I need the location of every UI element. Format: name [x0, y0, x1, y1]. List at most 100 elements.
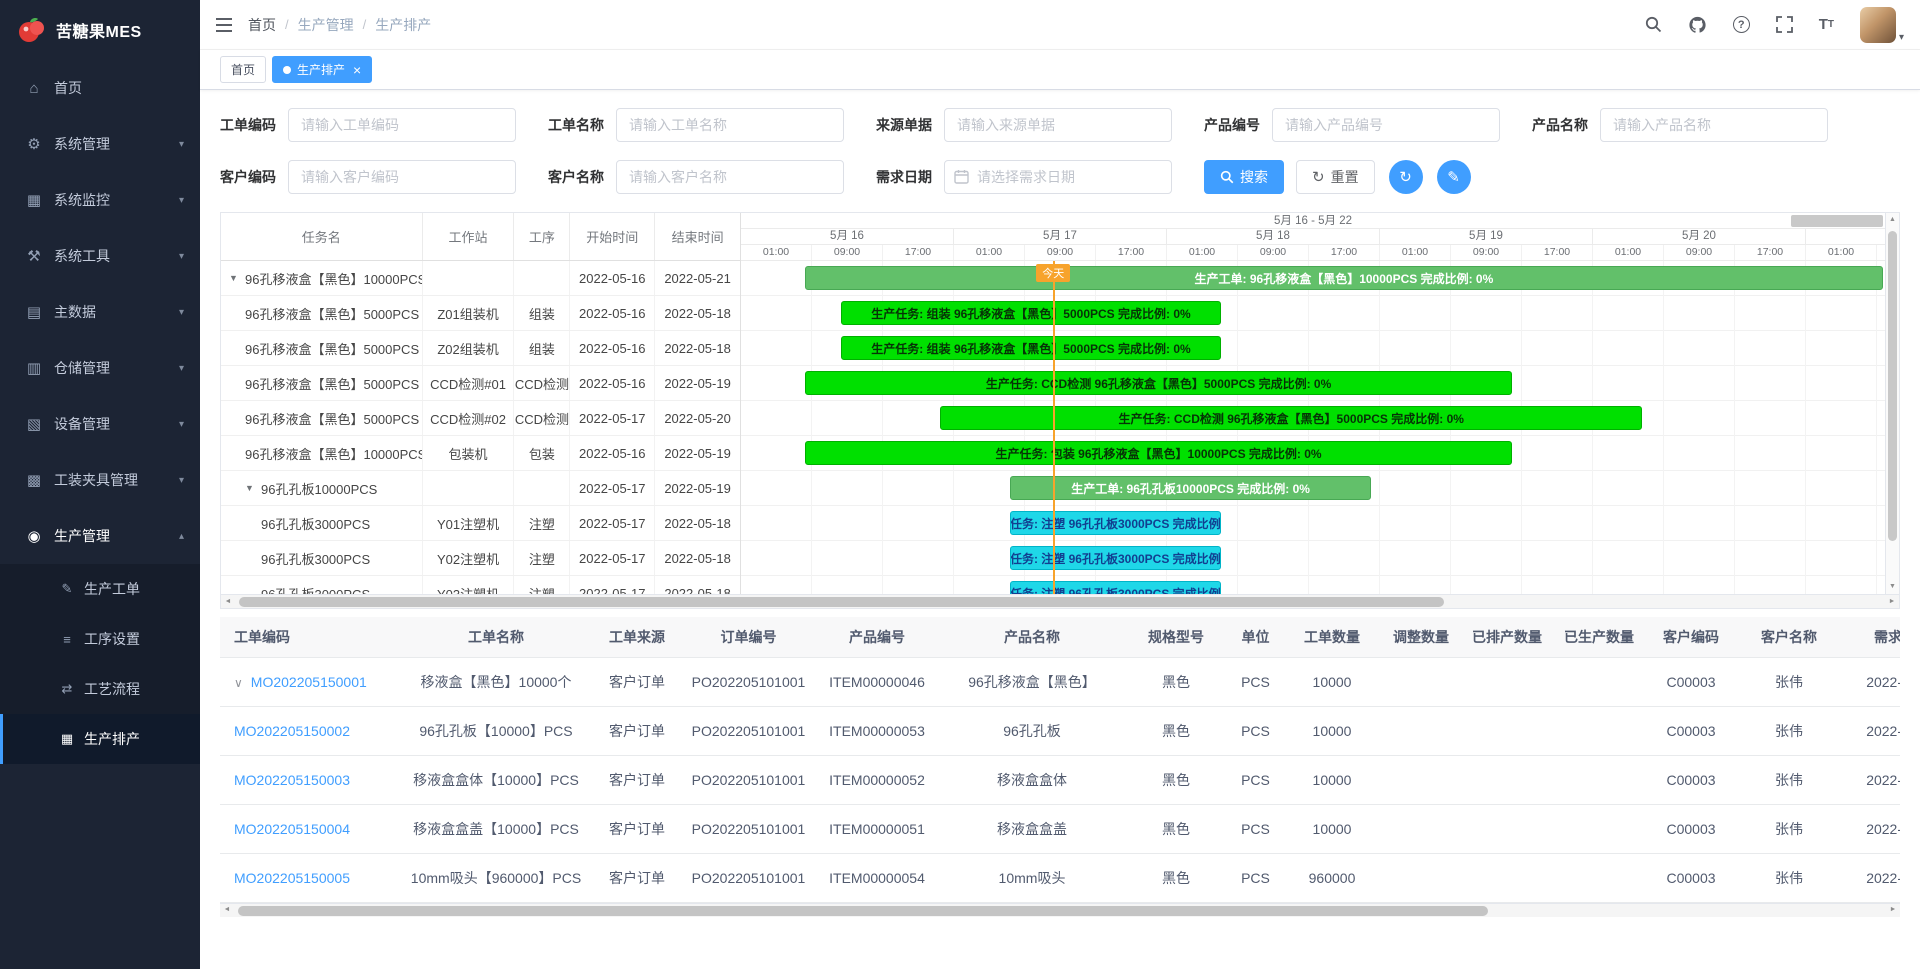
- sidebar-toggle-icon[interactable]: [200, 17, 248, 33]
- order-cell: [1464, 853, 1550, 902]
- sidebar-item-system-monitor[interactable]: ▦系统监控▾: [0, 172, 200, 228]
- search-icon[interactable]: [1645, 16, 1662, 33]
- gantt-bar-task[interactable]: 生产任务: 组装 96孔移液盒【黑色】5000PCS 完成比例: 0%: [841, 336, 1222, 360]
- gantt-bar-project[interactable]: 生产工单: 96孔移液盒【黑色】10000PCS 完成比例: 0%: [805, 266, 1883, 290]
- gantt-bar-task[interactable]: 生产任务: 组装 96孔移液盒【黑色】5000PCS 完成比例: 0%: [841, 301, 1222, 325]
- sidebar-item-fixture-mgmt[interactable]: ▩工装夹具管理▾: [0, 452, 200, 508]
- tree-collapse-icon[interactable]: ▼: [229, 273, 245, 283]
- breadcrumb-item-schedule[interactable]: 生产排产: [375, 15, 431, 35]
- gantt-horizontal-scrollbar[interactable]: ◄ ►: [221, 594, 1899, 608]
- order-row[interactable]: ∨MO202205150001移液盒【黑色】10000个客户订单PO202205…: [220, 657, 1900, 706]
- demand-date-input[interactable]: [944, 160, 1172, 194]
- gantt-bar-project[interactable]: 生产工单: 96孔孔板10000PCS 完成比例: 0%: [1010, 476, 1372, 500]
- avatar[interactable]: [1860, 7, 1896, 43]
- order-row[interactable]: MO20220515000296孔孔板【10000】PCS客户订单PO20220…: [220, 706, 1900, 755]
- gantt-task-row[interactable]: 96孔孔板3000PCSY01注塑机注塑2022-05-172022-05-18: [221, 506, 740, 541]
- gantt-bar-machine[interactable]: 生产任务: 注塑 96孔孔板3000PCS 完成比例: 0%: [1010, 546, 1222, 570]
- search-button[interactable]: 搜索: [1204, 160, 1284, 194]
- product-name-input[interactable]: [1600, 108, 1828, 142]
- filter-field-source-doc: 来源单据: [876, 108, 1172, 142]
- task-name-cell: 96孔孔板3000PCS: [221, 506, 423, 540]
- gantt-bar-task[interactable]: 生产任务: 包装 96孔移液盒【黑色】10000PCS 完成比例: 0%: [805, 441, 1512, 465]
- tab-home[interactable]: 首页: [220, 56, 266, 83]
- scrollbar-thumb[interactable]: [239, 597, 1444, 607]
- source-doc-input[interactable]: [944, 108, 1172, 142]
- sidebar-item-home[interactable]: ⌂首页: [0, 60, 200, 116]
- sidebar-item-warehouse-mgmt[interactable]: ▥仓储管理▾: [0, 340, 200, 396]
- order-code-link[interactable]: MO202205150003: [234, 772, 350, 788]
- order-cell: [1378, 657, 1464, 706]
- app-title: 苦糖果MES: [56, 18, 142, 42]
- gantt-bar-machine[interactable]: 生产任务: 注塑 96孔孔板3000PCS 完成比例: 0%: [1010, 511, 1222, 535]
- gantt-task-row[interactable]: 96孔移液盒【黑色】5000PCSCCD检测#02CCD检测2022-05-17…: [221, 401, 740, 436]
- order-code-link[interactable]: MO202205150005: [234, 870, 350, 886]
- fullscreen-icon[interactable]: [1776, 16, 1793, 33]
- sidebar-item-production-workorder[interactable]: ✎生产工单: [0, 564, 200, 614]
- gantt-bar-machine[interactable]: 生产任务: 注塑 96孔孔板3000PCS 完成比例: 0%: [1010, 581, 1222, 594]
- timeline-hour-cell: 09:00: [1238, 245, 1309, 260]
- scroll-right-icon[interactable]: ►: [1886, 903, 1900, 917]
- sidebar-item-master-data[interactable]: ▤主数据▾: [0, 284, 200, 340]
- gantt-task-row[interactable]: 96孔移液盒【黑色】5000PCSCCD检测#01CCD检测2022-05-16…: [221, 366, 740, 401]
- table-column-header: 产品名称: [937, 617, 1127, 657]
- order-row[interactable]: MO202205150003移液盒盒体【10000】PCS客户订单PO20220…: [220, 755, 1900, 804]
- order-row[interactable]: MO20220515000510mm吸头【960000】PCS客户订单PO202…: [220, 853, 1900, 902]
- gantt-task-row[interactable]: 96孔移液盒【黑色】10000PCS包装机包装2022-05-162022-05…: [221, 436, 740, 471]
- reset-button[interactable]: ↻重置: [1296, 160, 1375, 194]
- customer-code-input[interactable]: [288, 160, 516, 194]
- gantt-bar-task[interactable]: 生产任务: CCD检测 96孔移液盒【黑色】5000PCS 完成比例: 0%: [805, 371, 1512, 395]
- sidebar-item-production-schedule[interactable]: ▦生产排产: [0, 714, 200, 764]
- product-code-input[interactable]: [1272, 108, 1500, 142]
- tab-production-schedule[interactable]: 生产排产 ×: [272, 56, 372, 83]
- gantt-bar-task[interactable]: 生产任务: CCD检测 96孔移液盒【黑色】5000PCS 完成比例: 0%: [940, 406, 1642, 430]
- tab-close-icon[interactable]: ×: [353, 63, 361, 77]
- order-code-cell: MO202205150003: [220, 755, 398, 804]
- sidebar-item-system-mgmt[interactable]: ⚙系统管理▾: [0, 116, 200, 172]
- scroll-down-icon[interactable]: ▼: [1886, 580, 1899, 594]
- sidebar-item-system-tools[interactable]: ⚒系统工具▾: [0, 228, 200, 284]
- scrollbar-thumb[interactable]: [238, 906, 1488, 916]
- sidebar-item-device-mgmt[interactable]: ▧设备管理▾: [0, 396, 200, 452]
- edit-schedule-button[interactable]: ✎: [1437, 160, 1471, 194]
- filter-label: 客户名称: [548, 167, 604, 187]
- timeline-scrollbar[interactable]: [1791, 215, 1883, 227]
- task-station-cell: 包装机: [423, 436, 515, 470]
- tree-collapse-icon[interactable]: ▼: [245, 483, 261, 493]
- customer-name-input[interactable]: [616, 160, 844, 194]
- breadcrumb-item-home[interactable]: 首页: [248, 15, 276, 35]
- work-order-name-input[interactable]: [616, 108, 844, 142]
- sidebar-item-process-settings[interactable]: ≡工序设置: [0, 614, 200, 664]
- app-logo[interactable]: 苦糖果MES: [0, 0, 200, 60]
- sidebar-item-production-mgmt[interactable]: ◉生产管理▴: [0, 508, 200, 564]
- gantt-task-row[interactable]: ▼96孔孔板10000PCS2022-05-172022-05-19: [221, 471, 740, 506]
- row-expand-icon[interactable]: ∨: [234, 676, 243, 690]
- github-icon[interactable]: [1688, 16, 1707, 34]
- table-column-header: 产品编号: [817, 617, 937, 657]
- gantt-task-row[interactable]: ▼96孔移液盒【黑色】10000PCS2022-05-162022-05-21: [221, 261, 740, 296]
- gantt-task-row[interactable]: 96孔孔板3000PCSY03注塑机注塑2022-05-172022-05-18: [221, 576, 740, 594]
- breadcrumb-item-production[interactable]: 生产管理: [298, 15, 354, 35]
- order-row[interactable]: MO202205150004移液盒盒盖【10000】PCS客户订单PO20220…: [220, 804, 1900, 853]
- gantt-task-row[interactable]: 96孔移液盒【黑色】5000PCSZ02组装机组装2022-05-162022-…: [221, 331, 740, 366]
- table-horizontal-scrollbar[interactable]: ◄ ►: [220, 903, 1900, 917]
- task-start-cell: 2022-05-17: [570, 576, 655, 594]
- work-order-code-input[interactable]: [288, 108, 516, 142]
- gantt-vertical-scrollbar[interactable]: ▲ ▼: [1885, 213, 1899, 594]
- order-cell: 张伟: [1734, 755, 1844, 804]
- refresh-gantt-button[interactable]: ↻: [1389, 160, 1423, 194]
- help-icon[interactable]: ?: [1733, 16, 1750, 33]
- scroll-right-icon[interactable]: ►: [1885, 595, 1899, 609]
- scroll-left-icon[interactable]: ◄: [220, 903, 234, 917]
- sidebar-item-process-flow[interactable]: ⇄工艺流程: [0, 664, 200, 714]
- gantt-task-row[interactable]: 96孔孔板3000PCSY02注塑机注塑2022-05-172022-05-18: [221, 541, 740, 576]
- user-menu[interactable]: ▾: [1860, 7, 1904, 43]
- scrollbar-thumb[interactable]: [1888, 231, 1897, 541]
- scroll-left-icon[interactable]: ◄: [221, 595, 235, 609]
- order-code-link[interactable]: MO202205150001: [251, 674, 367, 690]
- order-code-link[interactable]: MO202205150004: [234, 821, 350, 837]
- timeline-day-cell: 5月 20: [1593, 229, 1806, 244]
- font-size-icon[interactable]: TT: [1819, 17, 1834, 32]
- gantt-task-row[interactable]: 96孔移液盒【黑色】5000PCSZ01组装机组装2022-05-162022-…: [221, 296, 740, 331]
- order-code-link[interactable]: MO202205150002: [234, 723, 350, 739]
- scroll-up-icon[interactable]: ▲: [1886, 213, 1899, 227]
